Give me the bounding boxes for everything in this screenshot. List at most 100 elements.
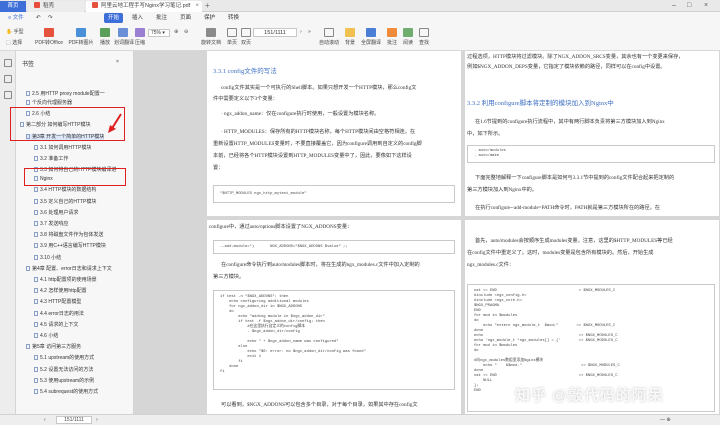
tab-pdf-label: 阿里云地工程手写Nginx学习笔记.pdf (101, 3, 191, 9)
minimize-icon[interactable]: – (672, 0, 676, 12)
compress-label: 压缩 (134, 40, 145, 46)
p3b-line-2: 下面完整地解释一下configure脚本是如何与3.3.1节中提到的config… (475, 175, 675, 181)
toc-item[interactable]: 第5章 访问第三方服务 (26, 344, 81, 351)
search-icon (419, 28, 429, 37)
select-tool[interactable]: ⬚ 选择 (6, 39, 22, 46)
single-page-button[interactable]: 单页 (226, 28, 238, 46)
menu-start[interactable]: 开始 (104, 13, 124, 23)
p3b-line-3: 第三方模块加入到Nginx中的。 (467, 187, 538, 193)
tab-docer-label: 稻壳 (43, 3, 55, 9)
background-button[interactable]: 背景 (344, 28, 356, 46)
p2-line-2: 第三方模块。 (213, 274, 245, 280)
zoom-out-button[interactable]: ⊖ (184, 29, 188, 35)
menu-undo-icon[interactable]: ↶ (32, 13, 45, 23)
status-page-input[interactable]: 151/1111 (56, 416, 92, 424)
menu-comment[interactable]: 批注 (152, 13, 171, 23)
translate-label: 划词翻译 (114, 40, 135, 46)
bookmark-icon (34, 156, 38, 161)
tab-home[interactable]: 首页 (0, 1, 26, 12)
bookmark-icon (34, 389, 38, 394)
hand-tool[interactable]: ✋ 手型 (6, 28, 24, 35)
fulltext-translate-button[interactable]: 全屏翻译 (360, 28, 382, 46)
bookmark-icon (26, 91, 30, 96)
bookmark-panel-icon[interactable] (4, 59, 12, 67)
toc-item[interactable]: 个反向代理服务器 (26, 100, 72, 107)
maximize-icon[interactable]: □ (687, 0, 691, 12)
p1-line-6: 置： (213, 165, 224, 171)
toc-item[interactable]: 4.4 error日志的用法 (34, 310, 84, 318)
toc-item[interactable]: 5.4 subrequest的使用方式 (34, 389, 98, 396)
page-number-value: 151/1111 (264, 30, 286, 36)
toc-item[interactable]: 4.3 HTTP配置模型 (34, 299, 81, 306)
p4-line-0: 首先，auto/modules会按顺序生成modules变量。注意，这里的$HT… (475, 238, 673, 244)
find-button[interactable]: 查找 (418, 28, 430, 46)
file-menu-icon[interactable]: ≡ 文件 (4, 13, 28, 23)
read-mode-button[interactable]: 阅读 (402, 28, 414, 46)
menu-protect[interactable]: 保护 (200, 13, 219, 23)
close-window-icon[interactable]: × (704, 0, 708, 12)
toc-item[interactable]: 2.5 用HTTP proxy module配置一 (26, 91, 105, 98)
watermark: 知乎 @敲代码的阿呆 (515, 387, 664, 404)
background-label: 背景 (344, 40, 355, 46)
toc-item[interactable]: 4.1 http配置项的使用场景 (34, 277, 97, 284)
pdf-to-office-button[interactable]: PDF转Office (34, 28, 64, 46)
toc-item[interactable]: 3.1 如何调用HTTP模块 (34, 144, 91, 152)
close-tab-icon[interactable]: × (195, 1, 199, 12)
bookmark-icon (34, 310, 38, 316)
p1-line-2: · ngx_addon_name：仅在configure执行时使用，一般设置为模… (221, 111, 380, 117)
tab-pdf-document[interactable]: 阿里云地工程手写Nginx学习笔记.pdf × (86, 1, 202, 12)
tab-docer[interactable]: 稻壳 (28, 1, 84, 12)
bookmark-icon (26, 100, 30, 105)
toc-item[interactable]: 3.6 处理用户请求 (34, 209, 78, 217)
status-prev-icon[interactable]: ‹ (44, 417, 46, 423)
red-callout-box-2 (24, 168, 126, 186)
menu-insert[interactable]: 插入 (128, 13, 147, 23)
zoom-select[interactable]: 75% ▾ (148, 29, 170, 37)
double-page-button[interactable]: 双页 (240, 28, 252, 46)
fulltext-translate-icon (366, 28, 376, 37)
thumbnail-panel-icon[interactable] (4, 75, 12, 83)
menu-convert[interactable]: 转换 (224, 13, 243, 23)
toc-item[interactable]: 5.2 设置无法访问的方法 (34, 366, 93, 374)
annotate-icon (387, 28, 397, 37)
new-tab-icon[interactable]: + (205, 1, 210, 11)
double-page-label: 双页 (240, 40, 251, 46)
play-button[interactable]: 播放 (98, 28, 112, 46)
page-number-input[interactable]: 151/1111 (253, 28, 297, 37)
toc-item-label: 5.1 upstream的使用方式 (40, 355, 95, 362)
code-block: if test -n "$NGX_ADDONS"; then echo conf… (213, 290, 455, 390)
toc-item[interactable]: 3.4 HTTP模块的数据结构 (34, 187, 96, 194)
toc-item[interactable]: 4.2 怎样使用http配置 (34, 288, 87, 295)
menu-page[interactable]: 页面 (176, 13, 195, 23)
toc-item[interactable]: 4.5 请求的上下文 (34, 321, 78, 329)
toc-item[interactable]: 第4章 配置、error日志和请求上下文 (26, 265, 112, 273)
autoscroll-label: 自动滚动 (318, 40, 339, 46)
toc-item[interactable]: 3.9 用C++语言编写HTTP模块 (34, 243, 106, 250)
toc-item[interactable]: 5.1 upstream的使用方式 (34, 355, 94, 362)
zoom-value: 75% (151, 30, 162, 36)
section-heading-3-3-1: 3.3.1 config文件的写法 (213, 68, 277, 75)
annotation-panel-icon[interactable] (4, 91, 12, 99)
toc-item[interactable]: 5.3 使用upstream的示例 (34, 377, 94, 385)
status-next-icon[interactable]: › (96, 417, 98, 423)
toc-item[interactable]: 3.5 定义自己的HTTP模块 (34, 198, 96, 206)
toc-item[interactable]: 3.8 将磁盘文件作为包体发送 (34, 232, 103, 239)
translate-button[interactable]: 划词翻译 (114, 28, 135, 46)
pdf-to-image-button[interactable]: PDF转图片 (66, 28, 96, 46)
toc-item[interactable]: 4.6 小结 (34, 333, 58, 340)
zoom-in-button[interactable]: ⊕ (174, 29, 178, 35)
bookmark-icon (34, 288, 38, 294)
close-panel-icon[interactable]: × (116, 59, 119, 66)
rotate-doc-button[interactable]: 旋转文档 (200, 28, 222, 46)
compress-button[interactable]: 压缩 (134, 28, 146, 46)
toc-item[interactable]: 3.2 准备工作 (34, 156, 68, 163)
toc-item[interactable]: 3.7 发送响应 (34, 221, 68, 228)
autoscroll-button[interactable]: 自动滚动 (316, 28, 342, 46)
annotate-button[interactable]: 批注 (386, 28, 398, 46)
toc-item[interactable]: 3.10 小结 (34, 254, 61, 262)
last-page-icon[interactable]: » (308, 29, 311, 35)
next-page-icon[interactable]: › (300, 29, 302, 35)
status-zoom-icon[interactable]: — ⊕ (660, 417, 671, 423)
menu-redo-icon[interactable]: ↷ (44, 13, 57, 23)
p4-line-2: ngx_modules.c文件： (467, 262, 515, 268)
